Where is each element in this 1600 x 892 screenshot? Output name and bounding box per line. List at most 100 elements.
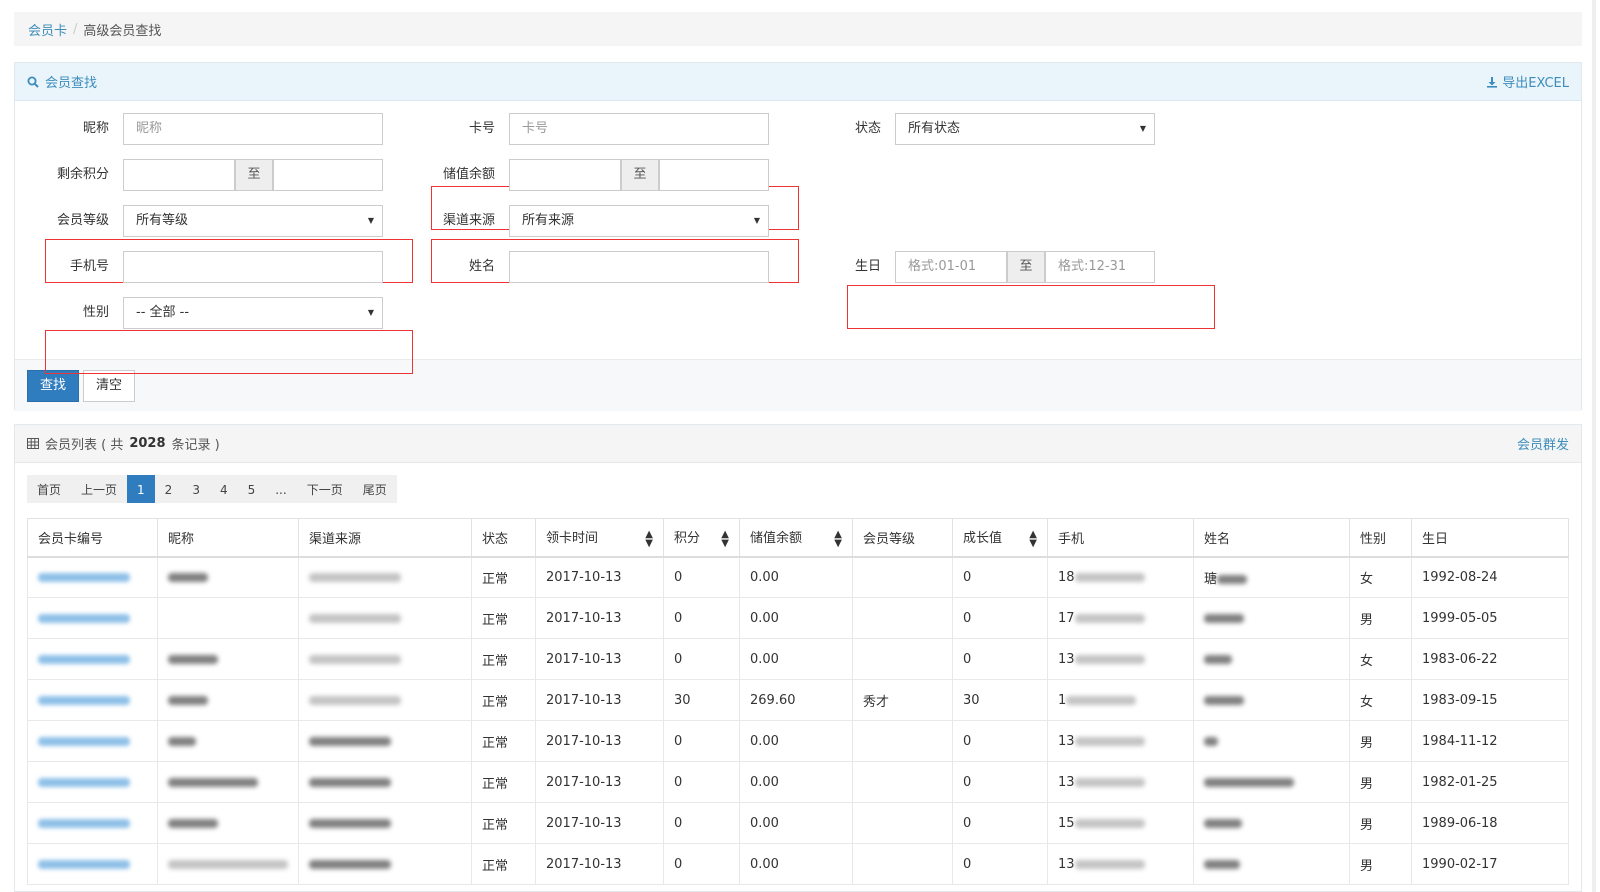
clear-button[interactable]: 清空 xyxy=(83,369,136,402)
phone-prefix: 17 xyxy=(1058,610,1075,626)
birthday-to-input[interactable]: 格式:12-31 xyxy=(1045,251,1155,283)
member-search-panel: 会员查找 导出EXCEL 昵称 昵称 卡号 卡号 状态 所有状态 剩余积分 至 … xyxy=(14,62,1582,411)
card-number-redacted[interactable] xyxy=(38,859,130,869)
name-cell xyxy=(1193,761,1350,803)
page-prev[interactable]: 上一页 xyxy=(71,475,128,503)
nickname-redacted xyxy=(168,572,208,582)
phone-prefix: 13 xyxy=(1058,651,1075,667)
page-next[interactable]: 下一页 xyxy=(296,475,353,503)
level-cell xyxy=(852,597,953,639)
card-number-cell[interactable] xyxy=(27,802,158,844)
table-row[interactable]: 正常 2017-10-13 0 0.00 0 13 男 1990-02-17 xyxy=(27,843,1569,885)
status-cell: 正常 xyxy=(471,638,536,680)
level-cell xyxy=(852,556,953,598)
card-number-cell[interactable] xyxy=(27,597,158,639)
balance-cell: 0.00 xyxy=(739,843,853,885)
table-row[interactable]: 正常 2017-10-13 30 269.60 秀才 30 1 女 1983-09-15 xyxy=(27,679,1569,721)
card-number-redacted[interactable] xyxy=(38,613,130,623)
col-points[interactable]: 积分 ▲ ▼ xyxy=(663,518,740,558)
level-cell xyxy=(852,638,953,680)
channel-redacted xyxy=(309,572,401,582)
page-3[interactable]: 3 xyxy=(182,475,210,503)
table-row[interactable]: 正常 2017-10-13 0 0.00 0 18 瑭女 1992-08-24 xyxy=(27,556,1569,598)
card-number-redacted[interactable] xyxy=(38,572,130,582)
card-number-input[interactable]: 卡号 xyxy=(509,113,769,145)
phone-redacted xyxy=(1074,572,1145,582)
list-panel-header: 会员列表 ( 共 2028 条记录 ) 会员群发 xyxy=(15,425,1581,463)
card-number-cell[interactable] xyxy=(27,761,158,803)
level-cell xyxy=(852,761,953,803)
phone-cell: 13 xyxy=(1047,638,1194,680)
points-cell: 0 xyxy=(663,720,740,762)
phone-cell: 1 xyxy=(1047,679,1194,721)
phone-prefix: 18 xyxy=(1058,569,1075,585)
nickname-redacted xyxy=(168,695,208,705)
table-row[interactable]: 正常 2017-10-13 0 0.00 0 17 男 1999-05-05 xyxy=(27,597,1569,639)
col-nickname: 昵称 xyxy=(157,518,299,558)
name-cell: 瑭 xyxy=(1193,556,1350,598)
col-growth[interactable]: 成长值 ▲ ▼ xyxy=(952,518,1048,558)
page-scrollbar[interactable] xyxy=(1592,0,1596,892)
page-5[interactable]: 5 xyxy=(237,475,266,503)
col-card-number: 会员卡编号 xyxy=(27,518,158,558)
balance-to-input[interactable] xyxy=(659,159,769,191)
col-balance[interactable]: 储值余额 ▲ ▼ xyxy=(739,518,853,558)
table-icon xyxy=(27,438,39,449)
birthday-range-separator: 至 xyxy=(1007,251,1045,283)
phone-redacted xyxy=(1074,777,1145,787)
gender-cell: 女 xyxy=(1349,638,1412,680)
card-number-redacted[interactable] xyxy=(38,818,130,828)
search-panel-title: 会员查找 xyxy=(27,72,97,91)
points-to-input[interactable] xyxy=(273,159,383,191)
table-row[interactable]: 正常 2017-10-13 0 0.00 0 13 男 1982-01-25 xyxy=(27,761,1569,803)
growth-cell: 0 xyxy=(952,556,1048,598)
birthday-cell: 1989-06-18 xyxy=(1411,802,1569,844)
channel-select[interactable]: 所有来源 xyxy=(509,205,769,237)
points-label: 剩余积分 xyxy=(56,167,109,182)
table-row[interactable]: 正常 2017-10-13 0 0.00 0 15 男 1989-06-18 xyxy=(27,802,1569,844)
phone-input[interactable] xyxy=(123,251,383,283)
member-level-select[interactable]: 所有等级 xyxy=(123,205,383,237)
search-panel-title-text: 会员查找 xyxy=(45,76,98,91)
growth-cell: 0 xyxy=(952,761,1048,803)
page-4[interactable]: 4 xyxy=(209,475,238,503)
page-2[interactable]: 2 xyxy=(154,475,183,503)
card-number-redacted[interactable] xyxy=(38,695,130,705)
phone-label: 手机号 xyxy=(69,259,109,274)
card-number-redacted[interactable] xyxy=(38,777,130,787)
nickname-cell xyxy=(157,720,299,762)
search-button[interactable]: 查找 xyxy=(27,369,80,402)
status-cell: 正常 xyxy=(471,720,536,762)
nickname-input[interactable]: 昵称 xyxy=(123,113,383,145)
nickname-redacted xyxy=(168,777,258,787)
page-1[interactable]: 1 xyxy=(127,475,155,503)
birthday-cell: 1990-02-17 xyxy=(1411,843,1569,885)
gender-select[interactable]: -- 全部 -- xyxy=(123,297,383,329)
card-number-cell[interactable] xyxy=(27,720,158,762)
table-row[interactable]: 正常 2017-10-13 0 0.00 0 13 女 1983-06-22 xyxy=(27,638,1569,680)
growth-cell: 0 xyxy=(952,720,1048,762)
channel-cell xyxy=(298,720,472,762)
export-excel-button[interactable]: 导出EXCEL xyxy=(1486,72,1569,91)
table-row[interactable]: 正常 2017-10-13 0 0.00 0 13 男 1984-11-12 xyxy=(27,720,1569,762)
status-select[interactable]: 所有状态 xyxy=(895,113,1155,145)
card-number-cell[interactable] xyxy=(27,638,158,680)
mass-send-link[interactable]: 会员群发 xyxy=(1517,434,1569,453)
card-number-redacted[interactable] xyxy=(38,654,130,664)
col-card-date[interactable]: 领卡时间 ▲ ▼ xyxy=(535,518,664,558)
breadcrumb-root-link[interactable]: 会员卡 xyxy=(28,20,67,39)
highlight-box-gender xyxy=(45,330,413,374)
card-number-cell[interactable] xyxy=(27,679,158,721)
points-from-input[interactable] xyxy=(123,159,235,191)
card-date-cell: 2017-10-13 xyxy=(535,638,664,680)
card-number-cell[interactable] xyxy=(27,556,158,598)
page-last[interactable]: 尾页 xyxy=(352,475,397,503)
name-input[interactable] xyxy=(509,251,769,283)
birthday-from-input[interactable]: 格式:01-01 xyxy=(895,251,1007,283)
card-number-redacted[interactable] xyxy=(38,736,130,746)
balance-from-input[interactable] xyxy=(509,159,621,191)
page-first[interactable]: 首页 xyxy=(27,475,72,503)
level-cell xyxy=(852,720,953,762)
card-number-cell[interactable] xyxy=(27,843,158,885)
card-date-cell: 2017-10-13 xyxy=(535,597,664,639)
